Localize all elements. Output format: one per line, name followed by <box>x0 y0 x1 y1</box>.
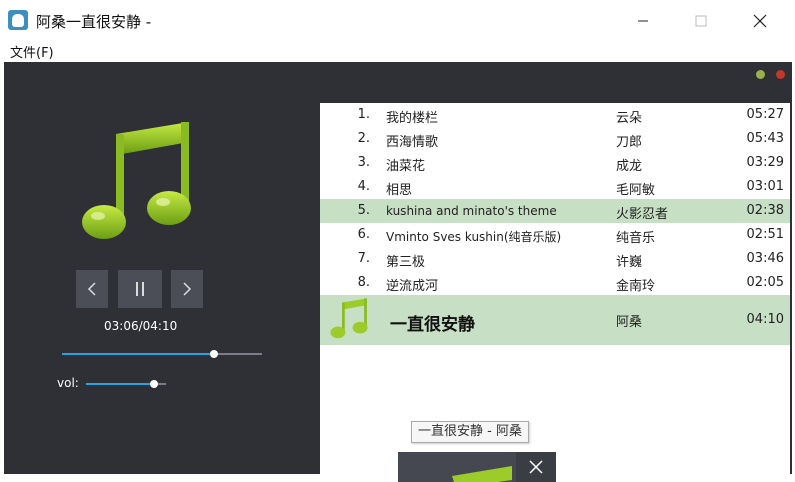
maximize-button[interactable] <box>678 8 724 34</box>
title-bar: 阿桑一直很安静 - <box>0 0 795 40</box>
pause-button[interactable] <box>118 270 162 308</box>
now-playing-duration: 04:10 <box>746 312 784 327</box>
track-duration: 02:51 <box>746 227 784 242</box>
volume-label: vol: <box>57 376 79 390</box>
pause-icon <box>136 282 144 296</box>
track-duration: 02:38 <box>746 203 784 218</box>
progress-slider[interactable] <box>62 350 262 358</box>
now-playing-row[interactable]: 一直很安静 阿桑 04:10 <box>320 295 790 345</box>
track-number: 1. <box>357 107 370 122</box>
track-title: 我的楼栏 <box>386 111 439 126</box>
next-button[interactable] <box>171 270 203 308</box>
playlist-row[interactable]: 7. 第三极 许巍 03:46 <box>320 247 790 271</box>
track-duration: 03:01 <box>746 179 784 194</box>
track-duration: 05:43 <box>746 131 784 146</box>
track-number: 4. <box>357 179 370 194</box>
playlist: 1. 我的楼栏 云朵 05:27 2. 西海情歌 刀郎 05:43 3. 油菜花… <box>320 103 790 474</box>
track-title: 西海情歌 <box>386 135 439 150</box>
playlist-row[interactable]: 8. 逆流成河 金南玲 02:05 <box>320 271 790 295</box>
status-indicator-green <box>756 70 765 79</box>
track-number: 6. <box>357 227 370 242</box>
track-title: 逆流成河 <box>386 279 439 294</box>
volume-fill <box>86 383 154 385</box>
track-number: 7. <box>357 251 370 266</box>
track-artist: 刀郎 <box>616 135 643 150</box>
track-title: 相思 <box>386 183 413 198</box>
control-panel: 03:06/04:10 vol: <box>4 62 320 474</box>
menu-bar: 文件(F) <box>0 40 795 62</box>
track-artist: 成龙 <box>616 159 643 174</box>
progress-fill <box>62 353 214 355</box>
taskbar-tooltip: 一直很安静 - 阿桑 <box>411 421 529 443</box>
thumbnail-close-button[interactable] <box>516 452 556 482</box>
track-title: 第三极 <box>386 255 426 270</box>
minimize-icon <box>638 20 648 22</box>
track-artist: 毛阿敏 <box>616 183 656 198</box>
minimize-button[interactable] <box>620 8 666 34</box>
playlist-row[interactable]: 2. 西海情歌 刀郎 05:43 <box>320 127 790 151</box>
music-note-icon <box>82 122 191 239</box>
track-number: 2. <box>357 131 370 146</box>
playlist-row-selected[interactable]: 5. kushina and minato's theme 火影忍者 02:38 <box>320 199 790 223</box>
playback-time: 03:06/04:10 <box>104 319 178 333</box>
playlist-row[interactable]: 1. 我的楼栏 云朵 05:27 <box>320 103 790 127</box>
now-playing-title: 一直很安静 <box>390 315 475 335</box>
music-note-icon <box>330 298 368 339</box>
track-duration: 03:29 <box>746 155 784 170</box>
status-indicator-red <box>776 70 785 79</box>
close-icon <box>529 460 543 474</box>
playlist-row[interactable]: 6. Vminto Sves kushin(纯音乐版) 纯音乐 02:51 <box>320 223 790 247</box>
app-icon <box>8 10 28 30</box>
thumbnail-note-icon <box>452 466 512 482</box>
playlist-row[interactable]: 3. 油菜花 成龙 03:29 <box>320 151 790 175</box>
progress-handle[interactable] <box>210 350 218 358</box>
chevron-right-icon <box>183 282 192 296</box>
window-title: 阿桑一直很安静 - <box>36 13 152 31</box>
maximize-icon <box>695 15 707 27</box>
chevron-left-icon <box>87 282 96 296</box>
track-duration: 02:05 <box>746 275 784 290</box>
track-title: Vminto Sves kushin(纯音乐版) <box>386 230 562 244</box>
track-duration: 05:27 <box>746 107 784 122</box>
track-number: 3. <box>357 155 370 170</box>
playlist-row[interactable]: 4. 相思 毛阿敏 03:01 <box>320 175 790 199</box>
now-playing-artist: 阿桑 <box>616 315 643 330</box>
track-artist: 许巍 <box>616 255 643 270</box>
track-duration: 03:46 <box>746 251 784 266</box>
track-title: 油菜花 <box>386 159 426 174</box>
track-artist: 金南玲 <box>616 279 656 294</box>
volume-slider[interactable] <box>86 380 166 388</box>
volume-handle[interactable] <box>150 380 158 388</box>
track-artist: 火影忍者 <box>616 207 669 222</box>
menu-file[interactable]: 文件(F) <box>10 42 54 61</box>
track-number: 5. <box>357 203 370 218</box>
track-title: kushina and minato's theme <box>386 204 557 218</box>
player-panel: 03:06/04:10 vol: 1. 我的楼栏 云朵 05:27 2. 西海情… <box>4 62 792 474</box>
close-button[interactable] <box>737 8 783 34</box>
track-number: 8. <box>357 275 370 290</box>
track-artist: 纯音乐 <box>616 231 656 246</box>
previous-button[interactable] <box>76 270 108 308</box>
taskbar-thumbnail[interactable] <box>398 452 556 482</box>
track-artist: 云朵 <box>616 111 643 126</box>
close-icon <box>753 14 767 28</box>
